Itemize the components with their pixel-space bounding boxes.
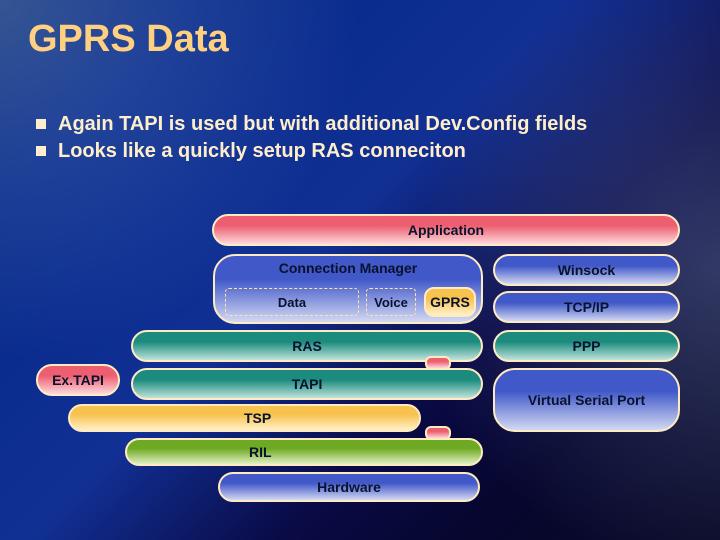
box-virtual-serial-port: Virtual Serial Port	[493, 368, 680, 432]
box-label: Winsock	[552, 262, 621, 278]
box-tapi: TAPI	[131, 368, 483, 400]
slide-canvas: GPRS Data Again TAPI is used but with ad…	[0, 0, 720, 540]
box-hardware: Hardware	[218, 472, 480, 502]
connector-icon	[425, 356, 451, 370]
bullet-square-icon	[36, 119, 46, 129]
box-tcpip: TCP/IP	[493, 291, 680, 323]
bullet-item: Looks like a quickly setup RAS connecito…	[36, 139, 690, 164]
box-extapi: Ex.TAPI	[36, 364, 120, 396]
box-label: TAPI	[286, 376, 329, 392]
dashed-label: Voice	[374, 295, 408, 310]
bullet-item: Again TAPI is used but with additional D…	[36, 112, 690, 137]
bullet-text: Again TAPI is used but with additional D…	[58, 112, 587, 137]
box-ppp: PPP	[493, 330, 680, 362]
box-label: Ex.TAPI	[46, 372, 110, 388]
bullet-text: Looks like a quickly setup RAS connecito…	[58, 139, 466, 164]
box-gprs: GPRS	[424, 287, 476, 317]
box-label: TSP	[238, 410, 277, 426]
dashed-label: Data	[278, 295, 306, 310]
box-tsp: TSP	[68, 404, 421, 432]
subbox-voice: Voice	[366, 288, 416, 316]
bullet-list: Again TAPI is used but with additional D…	[36, 110, 690, 166]
box-ril: RIL	[125, 438, 483, 466]
box-label: PPP	[566, 338, 606, 354]
box-label: RAS	[286, 338, 328, 354]
box-label: Virtual Serial Port	[522, 392, 651, 408]
box-label: RIL	[243, 444, 278, 460]
box-application: Application	[212, 214, 680, 246]
slide-title: GPRS Data	[28, 18, 229, 61]
subbox-data: Data	[225, 288, 359, 316]
box-label: TCP/IP	[558, 299, 615, 315]
box-label: Connection Manager	[273, 260, 423, 276]
box-label: Hardware	[311, 479, 387, 495]
box-label: Application	[402, 222, 490, 238]
bullet-square-icon	[36, 146, 46, 156]
box-winsock: Winsock	[493, 254, 680, 286]
box-label: GPRS	[424, 294, 476, 310]
